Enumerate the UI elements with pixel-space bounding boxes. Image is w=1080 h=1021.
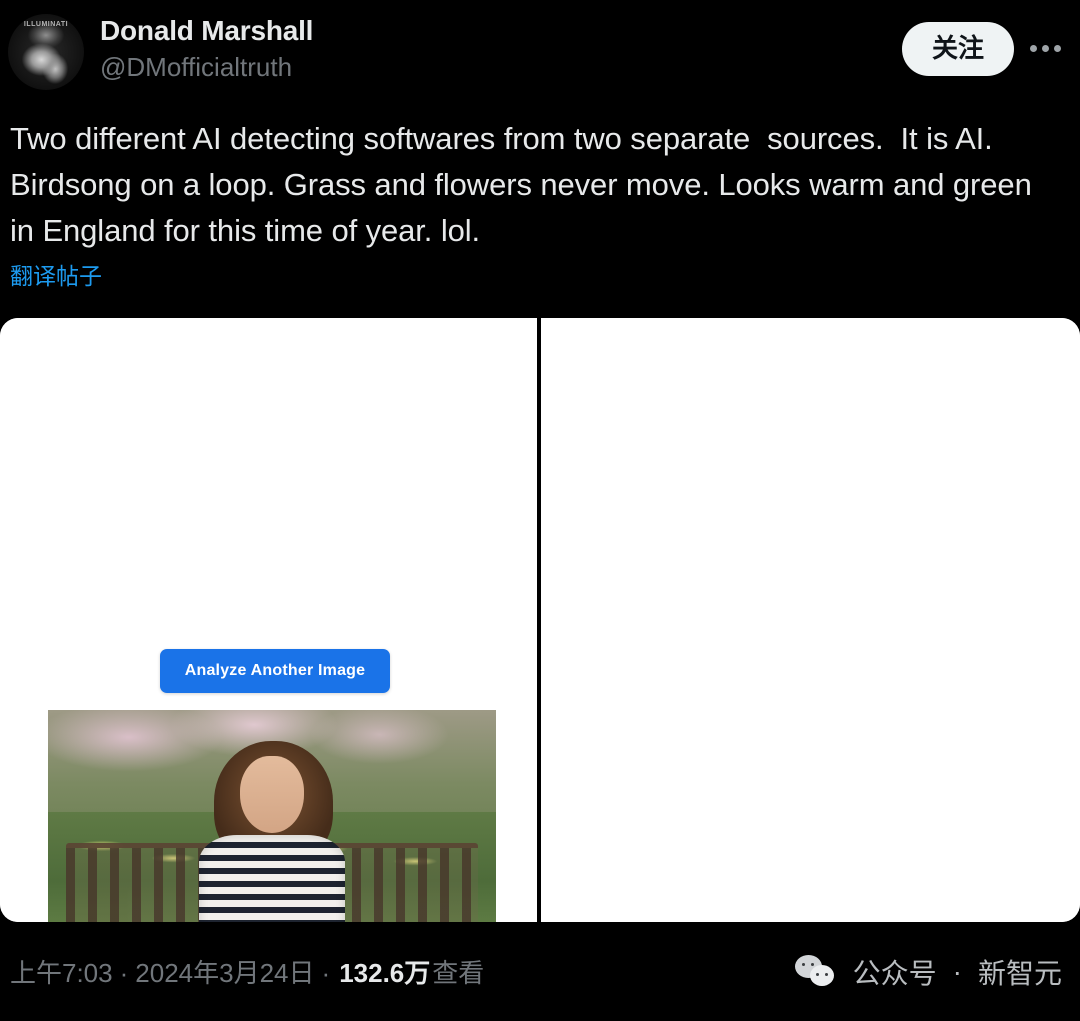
ai-detector-screenshot-left: Analyze Another Image bbox=[0, 318, 537, 922]
photo-person bbox=[196, 740, 348, 922]
watermark-prefix: 公众号 bbox=[852, 957, 937, 989]
analyze-another-image-button[interactable]: Analyze Another Image bbox=[160, 649, 390, 693]
view-label: 查看 bbox=[432, 958, 485, 988]
watermark-account-name: 新智元 bbox=[977, 957, 1062, 989]
more-dot bbox=[1029, 45, 1037, 53]
author-name-block: Donald Marshall @DMofficialtruth bbox=[100, 10, 902, 84]
media-card-right[interactable]: Analyze Another Image bbox=[541, 318, 1080, 922]
ai-detector-screenshot-right: Analyze Another Image bbox=[541, 318, 1080, 922]
author-handle[interactable]: @DMofficialtruth bbox=[100, 50, 902, 84]
wechat-eye bbox=[801, 962, 806, 966]
wechat-bubble-small bbox=[809, 964, 834, 986]
more-dot bbox=[1053, 45, 1061, 53]
more-options-icon[interactable] bbox=[1024, 28, 1066, 70]
media-card-left[interactable]: Analyze Another Image bbox=[0, 318, 537, 922]
more-dot bbox=[1041, 45, 1049, 53]
tweet-text: Two different AI detecting softwares fro… bbox=[10, 121, 1041, 248]
wechat-eye bbox=[824, 972, 829, 976]
avatar-banner-text: ILLUMINATI bbox=[23, 21, 69, 28]
wechat-watermark: 公众号 · 新智元 bbox=[794, 952, 1062, 992]
author-display-name[interactable]: Donald Marshall bbox=[100, 14, 902, 48]
post-date: 2024年3月24日 bbox=[135, 958, 315, 988]
meta-separator: · bbox=[119, 958, 129, 988]
tweet-container: ILLUMINATI Donald Marshall @DMofficialtr… bbox=[0, 0, 1080, 1021]
post-metadata: 上午7:03 · 2024年3月24日 · 132.6万 查看 bbox=[10, 953, 484, 990]
wechat-eye bbox=[810, 962, 815, 966]
tweet-header: ILLUMINATI Donald Marshall @DMofficialtr… bbox=[0, 0, 1080, 104]
tweet-footer: 上午7:03 · 2024年3月24日 · 132.6万 查看 公众号 · 新智… bbox=[0, 922, 1080, 1021]
header-actions: 关注 bbox=[901, 10, 1066, 76]
analyzed-photo bbox=[48, 710, 496, 922]
meta-separator: · bbox=[321, 958, 331, 988]
wechat-eye bbox=[815, 972, 820, 976]
photo-person-face bbox=[239, 756, 304, 834]
tweet-media-row: Analyze Another Image bbox=[0, 318, 1080, 922]
view-count: 132.6万 bbox=[339, 958, 431, 988]
watermark-separator: · bbox=[952, 955, 962, 987]
wechat-icon bbox=[794, 954, 839, 989]
photo-person-striped-sweater bbox=[198, 835, 346, 922]
translate-post-link[interactable]: 翻译帖子 bbox=[0, 254, 102, 292]
follow-button[interactable]: 关注 bbox=[901, 22, 1014, 76]
post-time: 上午7:03 bbox=[10, 958, 113, 988]
avatar[interactable]: ILLUMINATI bbox=[8, 14, 84, 90]
